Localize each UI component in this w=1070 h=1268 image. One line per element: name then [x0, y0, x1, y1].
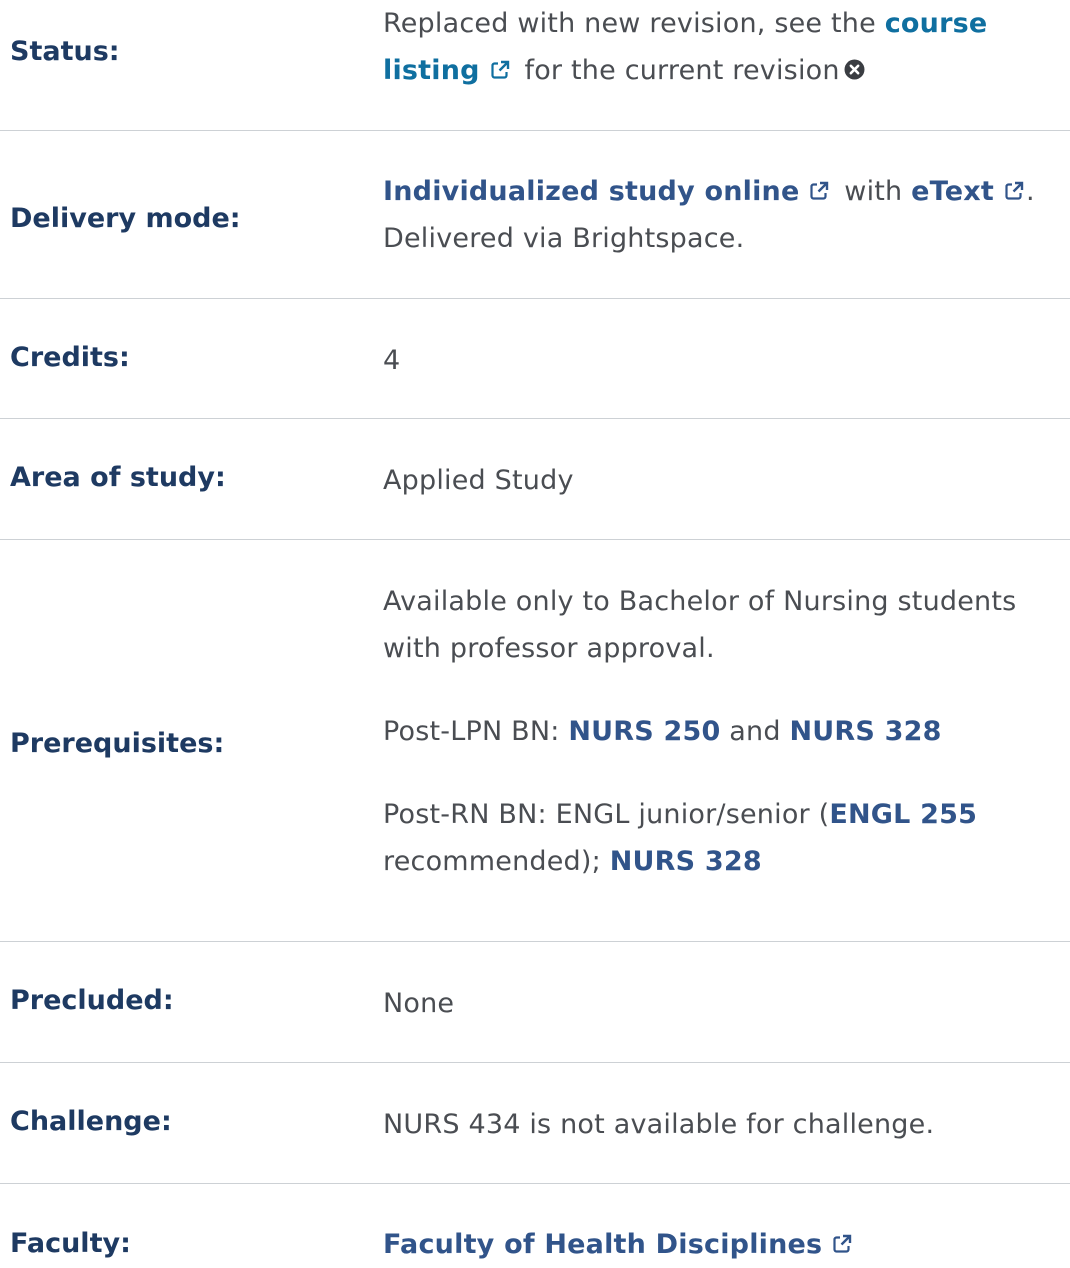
- prerequisites-paragraph-2: Post-LPN BN: NURS 250 and NURS 328: [383, 708, 1070, 755]
- external-link-icon: [1005, 181, 1024, 200]
- challenge-value: NURS 434 is not available for challenge.: [383, 1109, 935, 1140]
- delivery-mode-value: Individualized study online with eText. …: [383, 168, 1070, 262]
- prerequisites-paragraph-3: Post-RN BN: ENGL junior/senior (ENGL 255…: [383, 791, 1070, 885]
- delivery-line-1: Individualized study online with eText.: [383, 168, 1070, 215]
- individualized-study-link[interactable]: Individualized study online: [383, 176, 829, 207]
- credits-label: Credits:: [10, 342, 130, 373]
- external-link-icon: [491, 60, 509, 79]
- post-lpn-and: and: [729, 716, 781, 747]
- delivery-line-2: Delivered via Brightspace.: [383, 223, 745, 254]
- status-value: Replaced with new revision, see the cour…: [383, 0, 1070, 94]
- status-text-after: for the current revision: [524, 55, 840, 86]
- faculty-label: Faculty:: [10, 1228, 131, 1259]
- delivery-period: .: [1025, 176, 1035, 207]
- precluded-label: Precluded:: [10, 985, 174, 1016]
- prerequisites-paragraph-1: Available only to Bachelor of Nursing st…: [383, 586, 1017, 664]
- status-label: Status:: [10, 36, 120, 67]
- faculty-row: Faculty: Faculty of Health Disciplines: [0, 1184, 1070, 1260]
- prerequisites-row: Prerequisites: Available only to Bachelo…: [0, 540, 1070, 942]
- area-of-study-row: Area of study: Applied Study: [0, 419, 1070, 540]
- faculty-of-health-disciplines-link[interactable]: Faculty of Health Disciplines: [383, 1229, 852, 1260]
- course-info-table: Status: Replaced with new revision, see …: [0, 0, 1070, 1260]
- prerequisites-value: Available only to Bachelor of Nursing st…: [383, 578, 1070, 885]
- engl-255-link[interactable]: ENGL 255: [829, 799, 977, 830]
- post-lpn-prefix: Post-LPN BN:: [383, 716, 560, 747]
- prerequisites-label: Prerequisites:: [10, 728, 225, 759]
- precluded-value: None: [383, 988, 455, 1019]
- credits-row: Credits: 4: [0, 299, 1070, 419]
- faculty-link-text: Faculty of Health Disciplines: [383, 1229, 823, 1260]
- status-text-before: Replaced with new revision, see the: [383, 8, 876, 39]
- area-of-study-label: Area of study:: [10, 462, 226, 493]
- challenge-row: Challenge: NURS 434 is not available for…: [0, 1063, 1070, 1184]
- credits-value: 4: [383, 345, 401, 376]
- post-rn-recommended: recommended);: [383, 846, 601, 877]
- etext-link[interactable]: eText: [911, 176, 1024, 207]
- delivery-with: with: [844, 176, 903, 207]
- external-link-icon: [833, 1234, 852, 1253]
- faculty-value: Faculty of Health Disciplines: [383, 1221, 1070, 1268]
- etext-link-text: eText: [911, 176, 994, 207]
- circle-x-icon: [844, 59, 865, 80]
- precluded-row: Precluded: None: [0, 942, 1070, 1063]
- delivery-mode-label: Delivery mode:: [10, 203, 241, 234]
- post-rn-prefix: Post-RN BN: ENGL junior/senior (: [383, 799, 830, 830]
- area-of-study-value: Applied Study: [383, 465, 574, 496]
- challenge-label: Challenge:: [10, 1106, 172, 1137]
- delivery-mode-row: Delivery mode: Individualized study onli…: [0, 131, 1070, 299]
- status-row: Status: Replaced with new revision, see …: [0, 0, 1070, 131]
- individualized-study-link-text: Individualized study online: [383, 176, 800, 207]
- nurs-328-link-2[interactable]: NURS 328: [610, 846, 762, 877]
- nurs-250-link[interactable]: NURS 250: [568, 716, 720, 747]
- nurs-328-link[interactable]: NURS 328: [789, 716, 941, 747]
- external-link-icon: [810, 181, 829, 200]
